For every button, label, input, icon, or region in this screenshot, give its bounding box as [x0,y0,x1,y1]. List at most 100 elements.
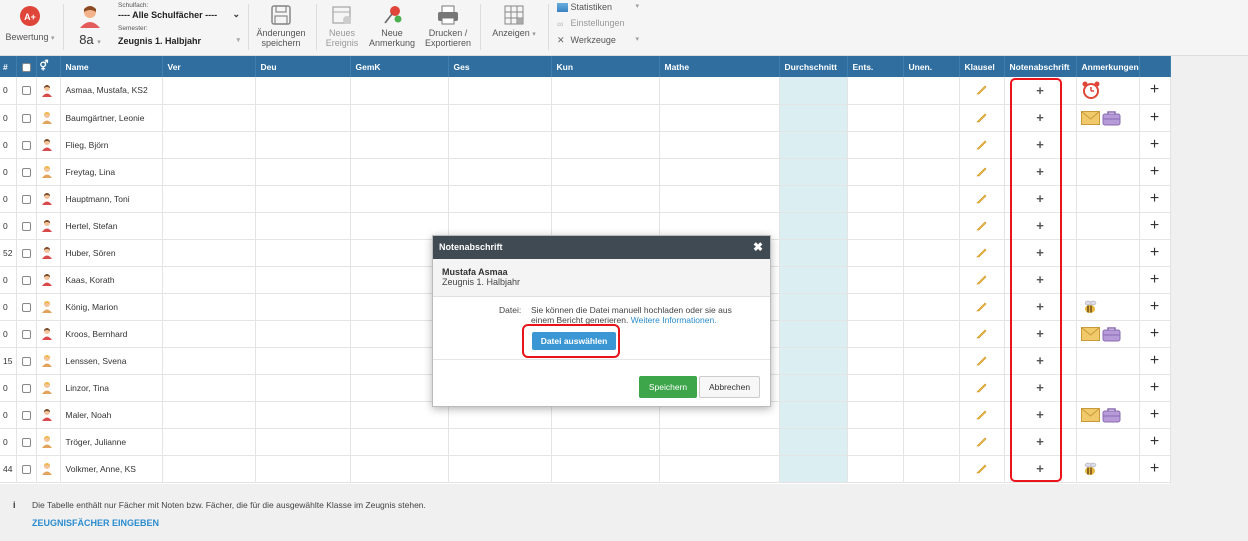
grade-cell-mathe[interactable] [659,428,780,456]
grade-cell-ver[interactable] [162,347,256,375]
row-checkbox[interactable] [21,248,31,258]
unen-cell[interactable] [903,158,960,186]
settings-menu[interactable]: ∞ Einstellungen [557,18,642,30]
row-select-cell[interactable] [16,266,37,294]
student-name-cell[interactable]: Kaas, Korath [60,266,163,294]
unen-cell[interactable] [903,104,960,132]
grade-cell-gemk[interactable] [350,77,449,105]
add-note-cell[interactable]: + [1139,347,1171,375]
plus-icon[interactable]: + [1150,298,1159,315]
pencil-icon[interactable] [975,408,988,420]
save-changes-button[interactable]: Änderungen speichern [252,0,310,56]
grade-cell-deu[interactable] [255,131,351,159]
choose-file-button[interactable]: Datei auswählen [532,332,616,350]
row-checkbox[interactable] [21,167,31,177]
pencil-icon[interactable] [975,192,988,204]
notes-cell[interactable] [1076,320,1140,348]
grade-cell-deu[interactable] [255,428,351,456]
grade-cell-ver[interactable] [162,158,256,186]
grade-cell-deu[interactable] [255,185,351,213]
row-select-cell[interactable] [16,77,37,105]
pencil-icon[interactable] [975,111,988,123]
student-name-cell[interactable]: Maler, Noah [60,401,163,429]
tools-menu[interactable]: ✕ Werkzeuge ▾ [557,35,642,47]
klausel-cell[interactable] [959,428,1005,456]
grade-cell-ges[interactable] [448,158,552,186]
grade-cell-ver[interactable] [162,401,256,429]
klausel-cell[interactable] [959,131,1005,159]
add-note-cell[interactable]: + [1139,158,1171,186]
student-name-cell[interactable]: Huber, Sören [60,239,163,267]
grade-cell-kun[interactable] [551,158,660,186]
ents-cell[interactable] [847,104,904,132]
grade-cell-ver[interactable] [162,239,256,267]
header-col-select-all[interactable] [16,56,37,77]
row-select-cell[interactable] [16,293,37,321]
row-select-cell[interactable] [16,212,37,240]
unen-cell[interactable] [903,455,960,483]
ents-cell[interactable] [847,266,904,294]
klausel-cell[interactable] [959,212,1005,240]
row-checkbox[interactable] [21,140,31,150]
add-note-cell[interactable]: + [1139,374,1171,402]
grade-cell-mathe[interactable] [659,131,780,159]
grade-cell-ver[interactable] [162,185,256,213]
student-name-cell[interactable]: König, Marion [60,293,163,321]
grade-cell-ver[interactable] [162,266,256,294]
grade-cell-ges[interactable] [448,131,552,159]
unen-cell[interactable] [903,428,960,456]
ents-cell[interactable] [847,455,904,483]
grade-cell-deu[interactable] [255,401,351,429]
grade-cell-ges[interactable] [448,185,552,213]
notes-cell[interactable] [1076,347,1140,375]
close-icon[interactable]: ✖ [753,236,763,259]
row-checkbox[interactable] [21,329,31,339]
unen-cell[interactable] [903,293,960,321]
more-info-link[interactable]: Weitere Informationen. [631,315,717,325]
pencil-icon[interactable] [975,138,988,150]
grade-cell-ver[interactable] [162,455,256,483]
ents-cell[interactable] [847,428,904,456]
unen-cell[interactable] [903,185,960,213]
row-checkbox[interactable] [21,383,31,393]
add-note-cell[interactable]: + [1139,320,1171,348]
grade-cell-ver[interactable] [162,428,256,456]
grade-cell-mathe[interactable] [659,185,780,213]
student-name-cell[interactable]: Linzor, Tina [60,374,163,402]
add-note-cell[interactable]: + [1139,293,1171,321]
grade-cell-gemk[interactable] [350,428,449,456]
add-note-cell[interactable]: + [1139,104,1171,132]
grade-cell-gemk[interactable] [350,104,449,132]
row-select-cell[interactable] [16,185,37,213]
grade-cell-kun[interactable] [551,104,660,132]
plus-icon[interactable]: + [1150,109,1159,126]
notes-cell[interactable] [1076,158,1140,186]
row-select-cell[interactable] [16,374,37,402]
enter-subjects-link[interactable]: ZEUGNISFÄCHER EINGEBEN [32,518,159,528]
grade-cell-ver[interactable] [162,131,256,159]
grade-cell-deu[interactable] [255,77,351,105]
pencil-icon[interactable] [975,354,988,366]
grade-cell-kun[interactable] [551,455,660,483]
plus-icon[interactable]: + [1150,190,1159,207]
new-note-button[interactable]: Neue Anmerkung [366,0,418,56]
add-note-cell[interactable]: + [1139,77,1171,105]
ents-cell[interactable] [847,185,904,213]
student-name-cell[interactable]: Baumgärtner, Leonie [60,104,163,132]
grade-cell-ver[interactable] [162,293,256,321]
add-note-cell[interactable]: + [1139,185,1171,213]
plus-icon[interactable]: + [1150,244,1159,261]
klausel-cell[interactable] [959,320,1005,348]
add-note-cell[interactable]: + [1139,239,1171,267]
row-checkbox[interactable] [21,275,31,285]
row-checkbox[interactable] [21,86,31,96]
klausel-cell[interactable] [959,185,1005,213]
student-name-cell[interactable]: Freytag, Lina [60,158,163,186]
pencil-icon[interactable] [975,327,988,339]
row-select-cell[interactable] [16,158,37,186]
klausel-cell[interactable] [959,158,1005,186]
grade-cell-kun[interactable] [551,131,660,159]
row-checkbox[interactable] [21,302,31,312]
grade-cell-mathe[interactable] [659,77,780,105]
pencil-icon[interactable] [975,381,988,393]
